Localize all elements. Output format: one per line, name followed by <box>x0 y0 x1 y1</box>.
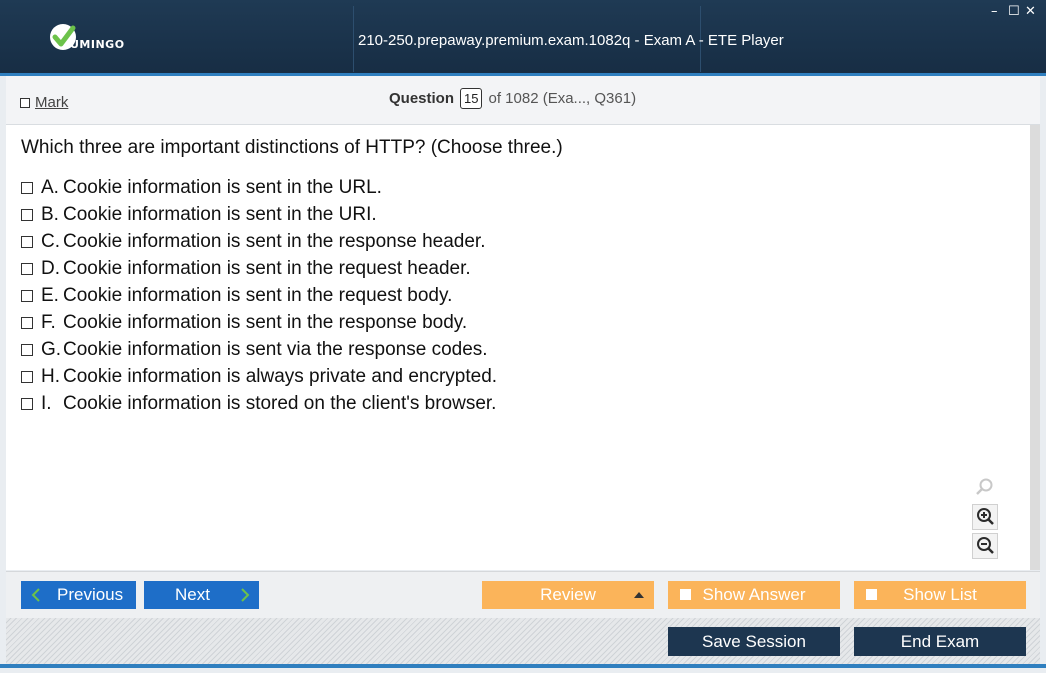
mark-label: Mark <box>35 94 69 111</box>
option-text: Cookie information is always private and… <box>63 365 498 387</box>
show-list-checkbox[interactable] <box>866 589 877 600</box>
zoom-out-icon[interactable] <box>972 533 998 559</box>
answer-options: A. Cookie information is sent in the URL.… <box>21 174 497 417</box>
answer-option-b[interactable]: B. Cookie information is sent in the URI. <box>21 201 497 228</box>
show-answer-checkbox[interactable] <box>680 589 691 600</box>
option-text: Cookie information is sent in the respon… <box>63 230 486 252</box>
title-bar: UMINGO 210-250.prepaway.premium.exam.108… <box>0 0 1046 76</box>
show-answer-button[interactable]: Show Answer <box>668 581 840 609</box>
answer-option-i[interactable]: I. Cookie information is stored on the cl… <box>21 390 497 417</box>
option-text: Cookie information is sent in the URI. <box>63 203 377 225</box>
mark-checkbox[interactable]: Mark <box>20 94 68 111</box>
end-exam-button[interactable]: End Exam <box>854 627 1026 656</box>
question-label: Question <box>389 90 455 107</box>
app-window: UMINGO 210-250.prepaway.premium.exam.108… <box>0 0 1046 673</box>
option-letter: B. <box>41 203 59 225</box>
option-letter: C. <box>41 230 60 252</box>
option-letter: A. <box>41 176 59 198</box>
show-list-button[interactable]: Show List <box>854 581 1026 609</box>
save-session-button[interactable]: Save Session <box>668 627 840 656</box>
option-text: Cookie information is sent via the respo… <box>63 338 488 360</box>
option-text: Cookie information is sent in the reques… <box>63 257 471 279</box>
question-text: Which three are important distinctions o… <box>21 137 563 158</box>
search-icon[interactable] <box>972 474 998 500</box>
option-checkbox[interactable] <box>21 289 33 302</box>
option-letter: H. <box>41 365 60 387</box>
question-total: of 1082 (Exa..., Q361) <box>488 90 637 107</box>
bottom-strip <box>0 668 1046 673</box>
option-checkbox[interactable] <box>21 208 33 221</box>
option-checkbox[interactable] <box>21 181 33 194</box>
question-number-input[interactable]: 15 <box>460 88 483 109</box>
option-checkbox[interactable] <box>21 262 33 275</box>
vertical-scrollbar[interactable] <box>1030 125 1040 570</box>
previous-button[interactable]: Previous <box>21 581 136 609</box>
answer-option-e[interactable]: E. Cookie information is sent in the requ… <box>21 282 497 309</box>
answer-option-g[interactable]: G. Cookie information is sent via the res… <box>21 336 497 363</box>
window-title: 210-250.prepaway.premium.exam.1082q - Ex… <box>358 32 784 49</box>
question-counter: Question 15 of 1082 (Exa..., Q361) <box>389 88 636 109</box>
option-letter: I. <box>41 392 52 414</box>
option-letter: D. <box>41 257 60 279</box>
logo-text: UMINGO <box>70 38 125 51</box>
triangle-up-icon[interactable] <box>634 591 644 599</box>
mark-checkbox-box[interactable] <box>20 97 30 108</box>
chevron-right-icon <box>241 588 250 602</box>
answer-option-h[interactable]: H. Cookie information is always private a… <box>21 363 497 390</box>
option-text: Cookie information is sent in the URL. <box>63 176 382 198</box>
maximize-button[interactable]: ☐ <box>1008 4 1020 19</box>
minimize-button[interactable]: – <box>991 4 998 19</box>
answer-option-c[interactable]: C. Cookie information is sent in the resp… <box>21 228 497 255</box>
option-letter: E. <box>41 284 59 306</box>
previous-label: Previous <box>57 585 124 604</box>
answer-option-f[interactable]: F. Cookie information is sent in the resp… <box>21 309 497 336</box>
answer-option-a[interactable]: A. Cookie information is sent in the URL. <box>21 174 497 201</box>
option-text: Cookie information is sent in the reques… <box>63 284 453 306</box>
option-text: Cookie information is stored on the clie… <box>63 392 497 414</box>
zoom-in-icon[interactable] <box>972 504 998 530</box>
navigation-bar: Previous Next Review Show Answer Show Li… <box>6 571 1040 618</box>
close-button[interactable]: ✕ <box>1025 4 1036 19</box>
option-text: Cookie information is sent in the respon… <box>63 311 468 333</box>
chevron-left-icon <box>31 588 40 602</box>
next-button[interactable]: Next <box>144 581 259 609</box>
option-letter: F. <box>41 311 56 333</box>
footer-bar: Save Session End Exam <box>6 618 1040 664</box>
review-label: Review <box>540 585 596 604</box>
option-checkbox[interactable] <box>21 343 33 356</box>
option-letter: G. <box>41 338 62 360</box>
option-checkbox[interactable] <box>21 370 33 383</box>
option-checkbox[interactable] <box>21 235 33 248</box>
title-divider <box>353 6 354 72</box>
show-answer-label: Show Answer <box>702 585 806 604</box>
option-checkbox[interactable] <box>21 316 33 329</box>
review-button[interactable]: Review <box>482 581 654 609</box>
question-content: Which three are important distinctions o… <box>6 125 1030 570</box>
next-label: Next <box>175 585 210 604</box>
option-checkbox[interactable] <box>21 397 33 410</box>
show-list-label: Show List <box>903 585 977 604</box>
question-header: Mark Question 15 of 1082 (Exa..., Q361) <box>6 76 1040 125</box>
answer-option-d[interactable]: D. Cookie information is sent in the requ… <box>21 255 497 282</box>
